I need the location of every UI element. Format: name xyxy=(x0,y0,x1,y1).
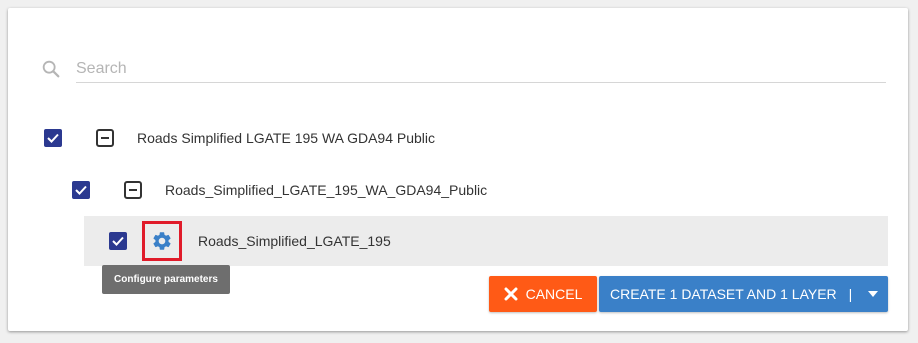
level-1-checkbox[interactable] xyxy=(44,129,62,147)
close-icon xyxy=(504,287,518,301)
check-icon xyxy=(112,236,124,246)
level-3-label: Roads_Simplified_LGATE_195 xyxy=(198,233,391,249)
search-input[interactable] xyxy=(76,56,886,83)
check-icon xyxy=(47,133,59,143)
check-icon xyxy=(75,185,87,195)
search-icon xyxy=(42,60,60,78)
cancel-button[interactable]: CANCEL xyxy=(489,276,597,312)
caret-down-icon[interactable] xyxy=(868,291,879,297)
level-2-label: Roads_Simplified_LGATE_195_WA_GDA94_Publ… xyxy=(165,182,488,198)
configure-parameters-button[interactable] xyxy=(142,221,182,261)
configure-parameters-tooltip: Configure parameters xyxy=(102,265,230,294)
tree-node-level-3[interactable]: Roads_Simplified_LGATE_195 xyxy=(84,216,888,266)
level-3-checkbox[interactable] xyxy=(109,232,127,250)
level-2-checkbox[interactable] xyxy=(72,181,90,199)
minus-square-icon[interactable] xyxy=(96,129,114,147)
create-dataset-button[interactable]: CREATE 1 DATASET AND 1 LAYER | xyxy=(599,276,888,312)
minus-square-icon[interactable] xyxy=(124,181,142,199)
search-bar xyxy=(40,56,888,84)
gear-icon xyxy=(153,232,171,250)
cancel-label: CANCEL xyxy=(525,286,583,302)
tree-node-level-2: Roads_Simplified_LGATE_195_WA_GDA94_Publ… xyxy=(72,165,902,215)
create-label: CREATE 1 DATASET AND 1 LAYER xyxy=(610,286,837,302)
tree-node-level-1: Roads Simplified LGATE 195 WA GDA94 Publ… xyxy=(44,113,904,163)
button-separator: | xyxy=(848,286,853,302)
level-1-label: Roads Simplified LGATE 195 WA GDA94 Publ… xyxy=(137,130,436,146)
